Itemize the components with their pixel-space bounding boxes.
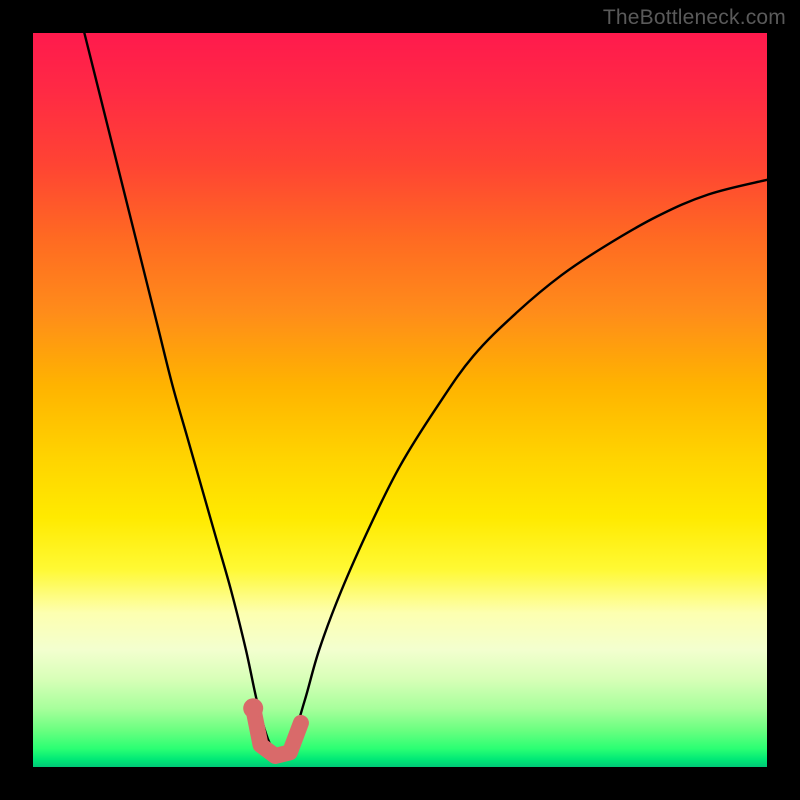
chart-frame: TheBottleneck.com [0,0,800,800]
valley-marker [253,708,301,756]
valley-marker-dot [243,698,263,718]
watermark-label: TheBottleneck.com [603,6,786,30]
bottleneck-curve [84,33,767,755]
curve-layer [33,33,767,767]
plot-area [33,33,767,767]
